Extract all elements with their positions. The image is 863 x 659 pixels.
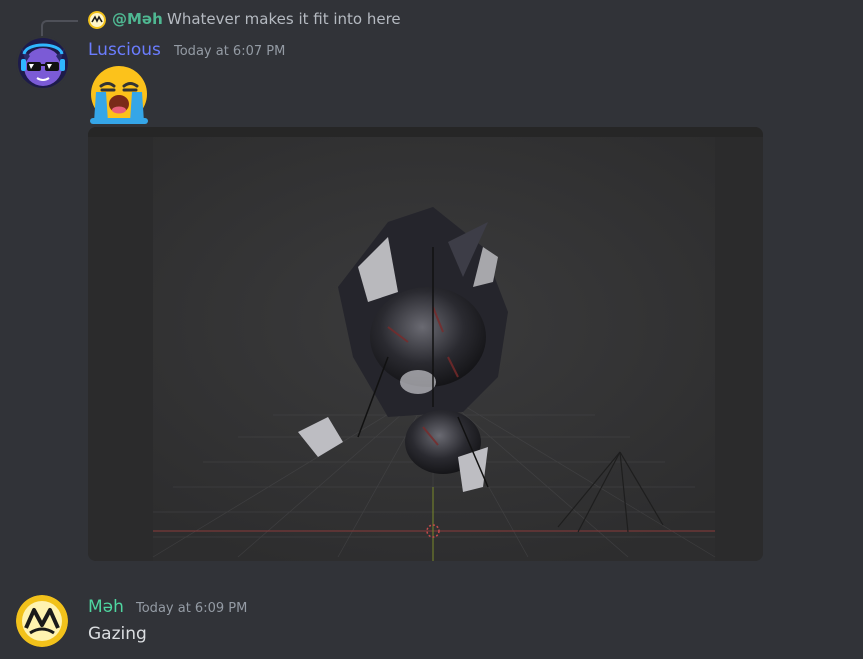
reply-text[interactable]: Whatever makes it fit into here — [167, 10, 401, 28]
luscious-timestamp[interactable]: Today at 6:07 PM — [174, 44, 285, 59]
meh-timestamp[interactable]: Today at 6:09 PM — [136, 601, 247, 616]
image-attachment[interactable] — [88, 127, 763, 561]
meh-avatar[interactable] — [16, 595, 68, 647]
luscious-avatar[interactable] — [16, 36, 70, 90]
meh-username[interactable]: Məh — [88, 597, 124, 617]
reply-author[interactable]: @Məh — [112, 10, 163, 28]
loudly-crying-emoji[interactable] — [88, 64, 150, 126]
chat-area: @Məh Whatever makes it fit into here Lus… — [0, 0, 863, 659]
meh-message-text: Gazing — [88, 624, 147, 644]
reply-preview[interactable]: @Məh Whatever makes it fit into here — [0, 8, 863, 39]
reply-avatar[interactable] — [88, 11, 106, 29]
luscious-username[interactable]: Luscious — [88, 40, 161, 60]
